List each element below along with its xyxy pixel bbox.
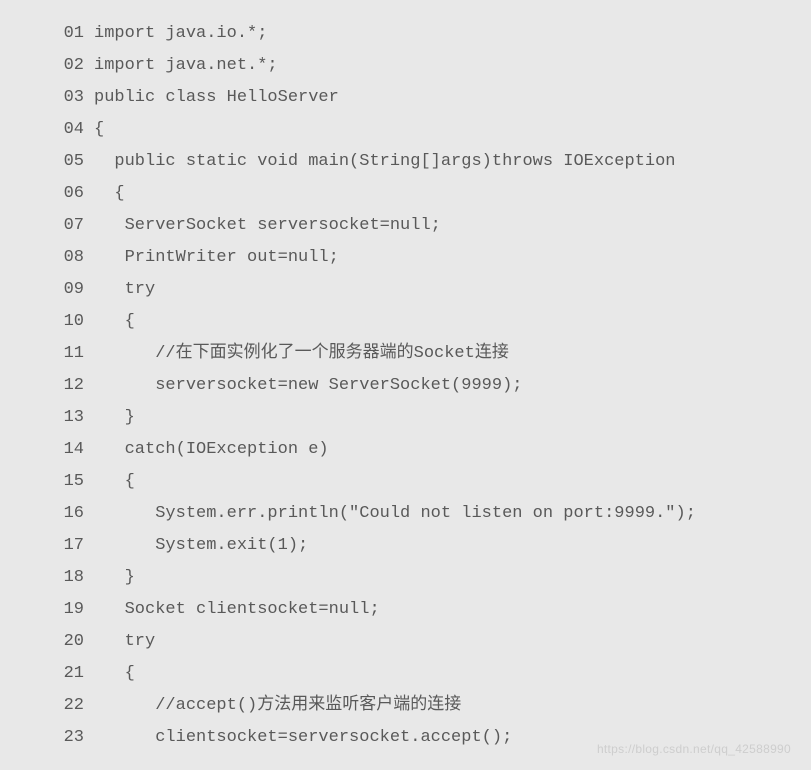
code-line: 20 try: [20, 626, 791, 658]
code-line: 05 public static void main(String[]args)…: [20, 146, 791, 178]
line-number: 22: [20, 690, 94, 722]
line-number: 11: [20, 338, 94, 370]
code-line: 14 catch(IOException e): [20, 434, 791, 466]
line-number: 10: [20, 306, 94, 338]
code-line: 12 serversocket=new ServerSocket(9999);: [20, 370, 791, 402]
line-text: catch(IOException e): [94, 434, 329, 466]
code-line: 21 {: [20, 658, 791, 690]
line-number: 09: [20, 274, 94, 306]
code-line: 06 {: [20, 178, 791, 210]
line-text: {: [94, 658, 135, 690]
line-text: serversocket=new ServerSocket(9999);: [94, 370, 522, 402]
line-text: System.err.println("Could not listen on …: [94, 498, 696, 530]
line-text: System.exit(1);: [94, 530, 308, 562]
line-number: 21: [20, 658, 94, 690]
line-number: 17: [20, 530, 94, 562]
line-number: 16: [20, 498, 94, 530]
code-line: 22 //accept()方法用来监听客户端的连接: [20, 690, 791, 722]
line-number: 02: [20, 50, 94, 82]
line-number: 13: [20, 402, 94, 434]
line-text: {: [94, 114, 104, 146]
line-text: }: [94, 562, 135, 594]
line-text: try: [94, 274, 155, 306]
line-number: 01: [20, 18, 94, 50]
line-number: 23: [20, 722, 94, 754]
code-line: 04{: [20, 114, 791, 146]
code-line: 11 //在下面实例化了一个服务器端的Socket连接: [20, 338, 791, 370]
line-text: //在下面实例化了一个服务器端的Socket连接: [94, 338, 509, 370]
line-text: //accept()方法用来监听客户端的连接: [94, 690, 461, 722]
code-line: 13 }: [20, 402, 791, 434]
line-number: 08: [20, 242, 94, 274]
line-number: 19: [20, 594, 94, 626]
code-line: 02import java.net.*;: [20, 50, 791, 82]
code-line: 16 System.err.println("Could not listen …: [20, 498, 791, 530]
line-text: import java.io.*;: [94, 18, 267, 50]
code-line: 19 Socket clientsocket=null;: [20, 594, 791, 626]
line-number: 14: [20, 434, 94, 466]
code-line: 01import java.io.*;: [20, 18, 791, 50]
code-line: 07 ServerSocket serversocket=null;: [20, 210, 791, 242]
line-text: {: [94, 306, 135, 338]
line-text: public class HelloServer: [94, 82, 339, 114]
watermark-text: https://blog.csdn.net/qq_42588990: [597, 742, 791, 756]
code-line: 03public class HelloServer: [20, 82, 791, 114]
line-number: 03: [20, 82, 94, 114]
line-number: 18: [20, 562, 94, 594]
line-number: 12: [20, 370, 94, 402]
line-number: 20: [20, 626, 94, 658]
line-text: public static void main(String[]args)thr…: [94, 146, 676, 178]
code-line: 10 {: [20, 306, 791, 338]
line-text: try: [94, 626, 155, 658]
line-text: Socket clientsocket=null;: [94, 594, 380, 626]
line-number: 05: [20, 146, 94, 178]
code-listing: 01import java.io.*; 02import java.net.*;…: [0, 0, 811, 762]
line-text: }: [94, 402, 135, 434]
line-number: 07: [20, 210, 94, 242]
line-text: clientsocket=serversocket.accept();: [94, 722, 512, 754]
line-text: PrintWriter out=null;: [94, 242, 339, 274]
line-number: 04: [20, 114, 94, 146]
code-line: 08 PrintWriter out=null;: [20, 242, 791, 274]
line-text: import java.net.*;: [94, 50, 278, 82]
code-line: 09 try: [20, 274, 791, 306]
line-number: 06: [20, 178, 94, 210]
code-line: 18 }: [20, 562, 791, 594]
line-text: {: [94, 466, 135, 498]
code-line: 17 System.exit(1);: [20, 530, 791, 562]
code-line: 15 {: [20, 466, 791, 498]
line-text: {: [94, 178, 125, 210]
line-number: 15: [20, 466, 94, 498]
line-text: ServerSocket serversocket=null;: [94, 210, 441, 242]
